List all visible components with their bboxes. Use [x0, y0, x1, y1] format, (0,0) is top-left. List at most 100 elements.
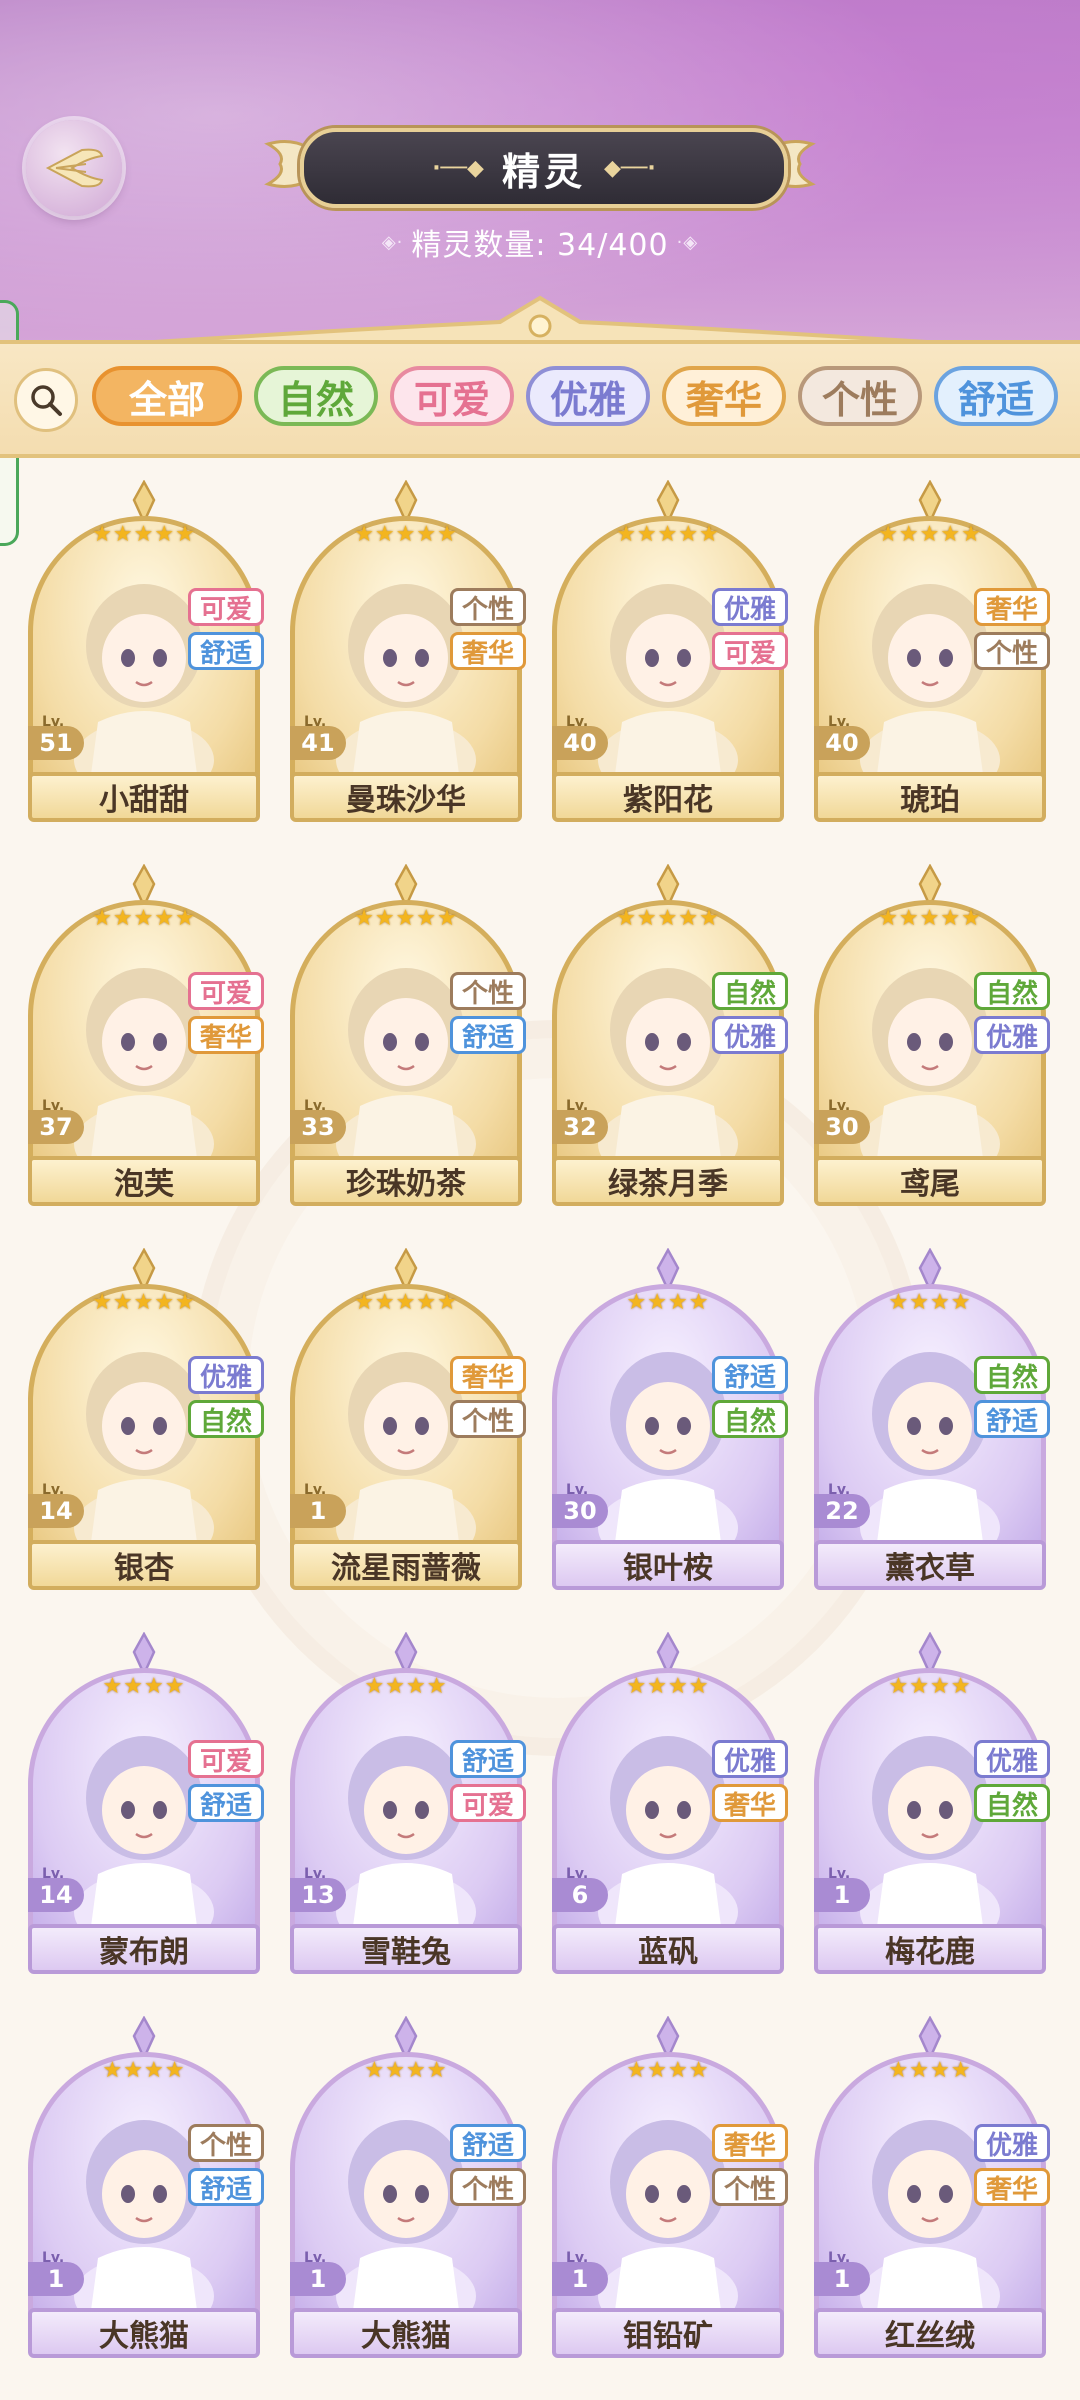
- card-star-rating: ★★★★★: [616, 906, 720, 931]
- spirit-card[interactable]: ★★★★★ 可爱 奢华 Lv. 37 泡芙: [28, 864, 264, 1206]
- spirit-name: 银杏: [28, 1540, 260, 1590]
- card-star-rating: ★★★★: [102, 1674, 186, 1699]
- spirit-card[interactable]: ★★★★ 个性 舒适 Lv. 1 大熊猫: [28, 2016, 264, 2358]
- spirit-level-badge: Lv. 14: [28, 1480, 84, 1530]
- spirit-card[interactable]: ★★★★ 优雅 奢华 Lv. 1 红丝绒: [814, 2016, 1050, 2358]
- spirit-card[interactable]: ★★★★ 舒适 个性 Lv. 1 大熊猫: [290, 2016, 526, 2358]
- spirit-card[interactable]: ★★★★★ 奢华 个性 Lv. 40 琥珀: [814, 480, 1050, 822]
- search-button[interactable]: [14, 368, 78, 432]
- spirit-style-tag: 舒适: [450, 2124, 526, 2162]
- title-right-ornament: ◆──·: [604, 155, 656, 181]
- spirit-style-tag: 自然: [188, 1400, 264, 1438]
- spirit-card[interactable]: ★★★★ 舒适 自然 Lv. 30 银叶桉: [552, 1248, 788, 1590]
- level-value: 1: [814, 2262, 870, 2296]
- spirit-style-tag: 个性: [450, 1400, 526, 1438]
- card-star-rating: ★★★★★: [92, 906, 196, 931]
- spirit-name: 珍珠奶茶: [290, 1156, 522, 1206]
- level-value: 40: [814, 726, 870, 760]
- title-left-ornament: ·──◆: [432, 155, 484, 181]
- card-star-rating: ★★★★: [626, 1290, 710, 1315]
- filter-chip[interactable]: 奢华: [662, 366, 786, 426]
- spirit-style-tag: 优雅: [974, 1016, 1050, 1054]
- spirit-style-tag: 舒适: [450, 1016, 526, 1054]
- card-star-rating: ★★★★★: [354, 906, 458, 931]
- spirit-level-badge: Lv. 1: [28, 2248, 84, 2298]
- spirit-card[interactable]: ★★★★★ 自然 优雅 Lv. 30 鸢尾: [814, 864, 1050, 1206]
- spirit-name: 绿茶月季: [552, 1156, 784, 1206]
- page-title-bar: ·──◆ 精灵 ◆──·: [300, 128, 788, 208]
- filter-chip[interactable]: 个性: [798, 366, 922, 426]
- card-star-rating: ★★★★★: [878, 522, 982, 547]
- spirit-card[interactable]: ★★★★★ 优雅 自然 Lv. 14 银杏: [28, 1248, 264, 1590]
- card-star-rating: ★★★★★: [878, 906, 982, 931]
- spirit-card[interactable]: ★★★★★ 个性 奢华 Lv. 41 曼珠沙华: [290, 480, 526, 822]
- filter-chip[interactable]: 可爱: [390, 366, 514, 426]
- level-value: 14: [28, 1494, 84, 1528]
- spirit-level-badge: Lv. 32: [552, 1096, 608, 1146]
- spirit-card[interactable]: ★★★★ 优雅 奢华 Lv. 6 蓝矾: [552, 1632, 788, 1974]
- spirit-style-tag: 自然: [974, 972, 1050, 1010]
- spirit-card[interactable]: ★★★★★ 优雅 可爱 Lv. 40 紫阳花: [552, 480, 788, 822]
- card-star-rating: ★★★★: [888, 1674, 972, 1699]
- spirit-style-tag: 可爱: [188, 972, 264, 1010]
- spirit-style-tag: 可爱: [188, 1740, 264, 1778]
- spirit-style-tag: 奢华: [974, 588, 1050, 626]
- spirit-name: 曼珠沙华: [290, 772, 522, 822]
- spirit-style-tag: 个性: [450, 588, 526, 626]
- spirit-name: 红丝绒: [814, 2308, 1046, 2358]
- spirit-level-badge: Lv. 1: [290, 2248, 346, 2298]
- spirit-name: 泡芙: [28, 1156, 260, 1206]
- count-left-ornament: ◈·: [381, 231, 404, 253]
- spirit-level-badge: Lv. 51: [28, 712, 84, 762]
- spirit-name: 琥珀: [814, 772, 1046, 822]
- page-title: 精灵: [501, 149, 586, 194]
- spirit-level-badge: Lv. 40: [552, 712, 608, 762]
- spirit-card[interactable]: ★★★★ 优雅 自然 Lv. 1 梅花鹿: [814, 1632, 1050, 1974]
- spirit-name: 紫阳花: [552, 772, 784, 822]
- spirit-card[interactable]: ★★★★ 奢华 个性 Lv. 1 钼铅矿: [552, 2016, 788, 2358]
- card-star-rating: ★★★★: [888, 1290, 972, 1315]
- spirit-style-tag: 奢华: [450, 1356, 526, 1394]
- filter-chip[interactable]: 优雅: [526, 366, 650, 426]
- spirit-level-badge: Lv. 13: [290, 1864, 346, 1914]
- spirit-style-tag: 自然: [974, 1356, 1050, 1394]
- spirit-count-label: 精灵数量: 34/400: [411, 228, 669, 263]
- spirit-level-badge: Lv. 30: [814, 1096, 870, 1146]
- spirit-card[interactable]: ★★★★ 自然 舒适 Lv. 22 薰衣草: [814, 1248, 1050, 1590]
- level-value: 37: [28, 1110, 84, 1144]
- card-star-rating: ★★★★★: [354, 1290, 458, 1315]
- spirit-style-tag: 可爱: [450, 1784, 526, 1822]
- spirit-card[interactable]: ★★★★ 舒适 可爱 Lv. 13 雪鞋兔: [290, 1632, 526, 1974]
- filter-chip[interactable]: 全部: [92, 366, 242, 426]
- spirit-style-tag: 舒适: [188, 1784, 264, 1822]
- spirit-style-tag: 优雅: [712, 1016, 788, 1054]
- spirit-card[interactable]: ★★★★ 可爱 舒适 Lv. 14 蒙布朗: [28, 1632, 264, 1974]
- spirit-card[interactable]: ★★★★★ 个性 舒适 Lv. 33 珍珠奶茶: [290, 864, 526, 1206]
- level-value: 41: [290, 726, 346, 760]
- spirit-level-badge: Lv. 14: [28, 1864, 84, 1914]
- filter-chips: 全部 自然 可爱 优雅 奢华 个性 舒适: [92, 366, 1080, 430]
- level-value: 1: [290, 2262, 346, 2296]
- spirit-card[interactable]: ★★★★★ 自然优雅 Lv. 32 绿茶月季: [552, 864, 788, 1206]
- filter-chip[interactable]: 自然: [254, 366, 378, 426]
- spirit-card[interactable]: ★★★★★ 可爱 舒适 Lv. 51 小甜甜: [28, 480, 264, 822]
- spirit-style-tag: 舒适: [188, 632, 264, 670]
- spirit-name: 梅花鹿: [814, 1924, 1046, 1974]
- level-value: 13: [290, 1878, 346, 1912]
- filter-chip[interactable]: 舒适: [934, 366, 1058, 426]
- spirit-level-badge: Lv. 1: [290, 1480, 346, 1530]
- spirit-style-tag: 舒适: [712, 1356, 788, 1394]
- spirit-style-tag: 自然: [712, 972, 788, 1010]
- spirit-count: ◈· 精灵数量: 34/400 ·◈: [320, 220, 760, 264]
- spirit-level-badge: Lv. 30: [552, 1480, 608, 1530]
- spirit-style-tag: 可爱: [712, 632, 788, 670]
- spirit-name: 薰衣草: [814, 1540, 1046, 1590]
- spirit-style-tag: 可爱: [188, 588, 264, 626]
- card-star-rating: ★★★★★: [92, 522, 196, 547]
- spirit-style-tag: 个性: [188, 2124, 264, 2162]
- back-wing-icon: [45, 148, 104, 188]
- spirit-card[interactable]: ★★★★★ 奢华 个性 Lv. 1 流星雨蔷薇: [290, 1248, 526, 1590]
- back-button[interactable]: [26, 120, 122, 216]
- search-icon: [31, 385, 62, 416]
- card-star-rating: ★★★★★: [354, 522, 458, 547]
